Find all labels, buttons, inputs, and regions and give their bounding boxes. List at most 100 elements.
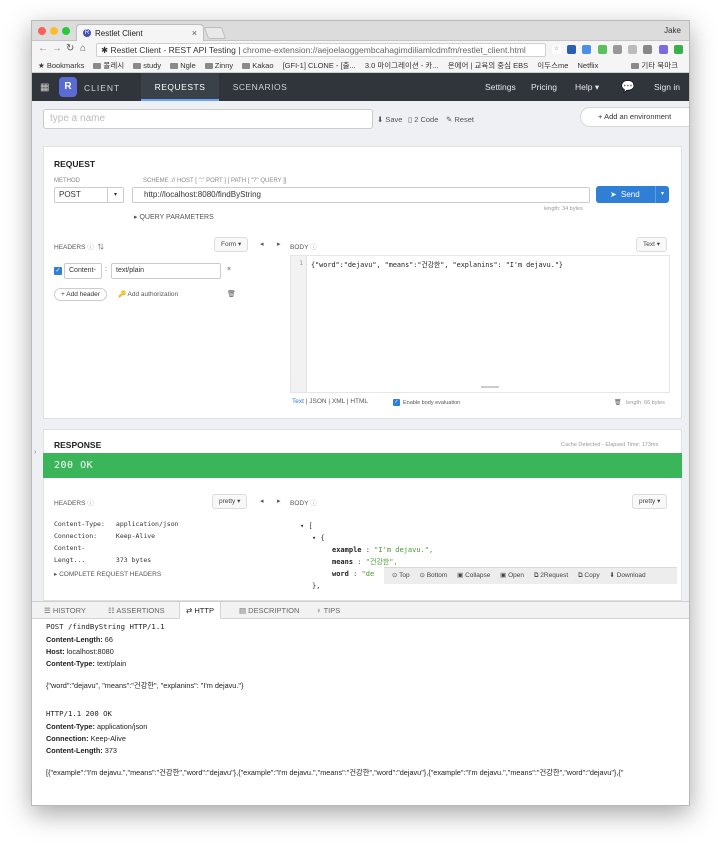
extension-icon[interactable] [673, 45, 683, 54]
browser-tab-bar: R Restlet Client × Jake [32, 21, 689, 41]
signin-link[interactable]: Sign in [654, 73, 680, 101]
response-body-mode-select[interactable]: pretty ▾ [632, 494, 668, 509]
apps-grid-icon[interactable]: ▦ [40, 82, 49, 93]
format-xml[interactable]: XML [332, 398, 345, 405]
extension-icon[interactable] [597, 45, 607, 54]
close-tab-icon[interactable]: × [192, 28, 197, 38]
settings-link[interactable]: Settings [485, 73, 516, 101]
request-name-input[interactable]: type a name [43, 109, 373, 129]
request-body-code: {"word":"dejavu", "means":"건강한", "explan… [311, 261, 564, 269]
trash-icon[interactable]: 🗑 [614, 399, 622, 406]
forward-icon[interactable]: → [52, 43, 62, 54]
collapse-right-icon[interactable]: ▸ [277, 497, 281, 505]
method-select[interactable]: POST ▾ [54, 187, 124, 203]
header-value-input[interactable]: text/plain [111, 263, 221, 279]
bookmark-item[interactable]: study [133, 59, 161, 72]
close-window-icon[interactable] [38, 27, 46, 35]
send-button[interactable]: ➤ Send ▾ [596, 186, 669, 203]
format-html[interactable]: HTML [350, 398, 368, 405]
url-length: length: 34 bytes [544, 206, 583, 212]
enable-eval-checkbox[interactable]: ✓ [393, 399, 400, 406]
tab-description[interactable]: ▤ DESCRIPTION [233, 602, 305, 619]
bookmark-item[interactable]: 이두스me [537, 59, 568, 72]
tree-node[interactable]: ▾ { [300, 532, 433, 544]
profile-name[interactable]: Jake [664, 26, 681, 35]
bookmark-item[interactable]: 온에어 | 교육의 중심 EBS [448, 59, 529, 72]
format-json[interactable]: JSON [309, 398, 326, 405]
headers-mode-select[interactable]: Form ▾ [214, 237, 249, 252]
tab-http[interactable]: ⇄ HTTP [179, 602, 221, 619]
tab-requests[interactable]: REQUESTS [141, 73, 219, 101]
collapse-right-icon[interactable]: ▸ [277, 240, 281, 248]
add-environment-button[interactable]: + Add an environment [580, 107, 689, 127]
complete-headers-toggle[interactable]: ▸ COMPLETE REQUEST HEADERS [54, 570, 161, 578]
other-bookmarks[interactable]: 기타 북마크 [631, 59, 678, 72]
body-mode-select[interactable]: Text ▾ [636, 237, 667, 252]
extension-icon[interactable] [582, 45, 592, 54]
expand-sidebar-icon[interactable]: › [34, 449, 36, 456]
request-body-editor[interactable]: 1 {"word":"dejavu", "means":"건강한", "expl… [290, 255, 670, 393]
resize-handle[interactable] [481, 386, 499, 388]
copy-button[interactable]: ⧉ Copy [578, 568, 600, 584]
new-tab-button[interactable] [203, 27, 227, 39]
header-enabled-checkbox[interactable]: ✓ [54, 267, 62, 275]
save-button[interactable]: ⬇ Save [377, 115, 402, 124]
to-request-button[interactable]: ⧉ 2Request [534, 568, 568, 584]
collapse-button[interactable]: ▣ Collapse [457, 568, 490, 584]
code-button[interactable]: ▯ 2 Code [408, 115, 438, 124]
star-icon[interactable]: ☆ [552, 45, 561, 54]
top-button[interactable]: ⊙ Top [392, 568, 410, 584]
bookmark-item[interactable]: [GFI-1] CLONE - [출... [283, 59, 356, 72]
extension-icon[interactable] [612, 45, 622, 54]
extension-icon[interactable] [628, 45, 638, 54]
back-icon[interactable]: ← [38, 43, 48, 54]
tab-assertions[interactable]: ☷ ASSERTIONS [102, 602, 171, 619]
add-header-button[interactable]: + Add header [54, 288, 107, 301]
collapse-left-icon[interactable]: ◂ [260, 240, 264, 248]
url-input[interactable]: http://localhost:8080/findByString [132, 187, 590, 203]
browser-tab[interactable]: R Restlet Client × [76, 24, 204, 41]
bookmark-item[interactable]: ★ Bookmarks [38, 59, 84, 72]
trash-icon[interactable]: 🗑 [227, 290, 236, 298]
extension-icon[interactable] [567, 45, 577, 54]
send-options-chevron-icon[interactable]: ▾ [655, 186, 669, 203]
http-drawer: POST /findByString HTTP/1.1 Content-Leng… [32, 619, 689, 805]
bottom-button[interactable]: ⊙ Bottom [419, 568, 447, 584]
bookmark-item[interactable]: Ngle [170, 59, 196, 72]
help-menu[interactable]: Help ▾ [575, 73, 599, 101]
bookmark-item[interactable]: Zinny [204, 59, 233, 72]
tree-node[interactable]: ▾ [ [300, 520, 433, 532]
pricing-link[interactable]: Pricing [531, 73, 557, 101]
bookmark-item[interactable]: Netflix [578, 59, 599, 72]
maximize-window-icon[interactable] [62, 27, 70, 35]
tab-title: Restlet Client [95, 29, 143, 38]
format-text[interactable]: Text [292, 398, 304, 405]
folder-icon [133, 63, 142, 69]
tab-history[interactable]: ☰ HISTORY [38, 602, 92, 619]
extension-icon[interactable] [689, 45, 690, 54]
http-header-line: Connection: Keep-Alive [46, 734, 126, 743]
collapse-left-icon[interactable]: ◂ [260, 497, 264, 505]
extension-icon[interactable] [643, 45, 653, 54]
extension-icon[interactable] [658, 45, 668, 54]
chevron-down-icon: ▾ [107, 188, 123, 202]
chat-icon[interactable]: 💬 [621, 73, 635, 101]
remove-header-icon[interactable]: × [227, 266, 231, 273]
home-icon[interactable]: ⌂ [80, 43, 86, 54]
omnibox[interactable]: ✱ Restlet Client - REST API Testing | ch… [96, 43, 546, 57]
open-button[interactable]: ▣ Open [500, 568, 524, 584]
method-label: METHOD [54, 178, 80, 184]
bookmark-item[interactable]: 몰레시 [93, 59, 124, 72]
download-button[interactable]: ⬇ Download [609, 568, 645, 584]
response-headers-mode-select[interactable]: pretty ▾ [212, 494, 248, 509]
add-authorization-button[interactable]: 🔑 Add authorization [118, 290, 178, 298]
reload-icon[interactable]: ↻ [66, 43, 74, 54]
bookmark-item[interactable]: 3.0 마이그레이션 - 카... [365, 59, 439, 72]
reset-button[interactable]: ✎ Reset [446, 115, 474, 124]
bookmark-item[interactable]: Kakao [242, 59, 274, 72]
header-name-input[interactable]: Content- [64, 263, 102, 279]
tab-scenarios[interactable]: SCENARIOS [220, 73, 300, 101]
tab-tips[interactable]: ♀ TIPS [310, 602, 346, 619]
minimize-window-icon[interactable] [50, 27, 58, 35]
query-params-toggle[interactable]: ▸ QUERY PARAMETERS [134, 213, 214, 221]
